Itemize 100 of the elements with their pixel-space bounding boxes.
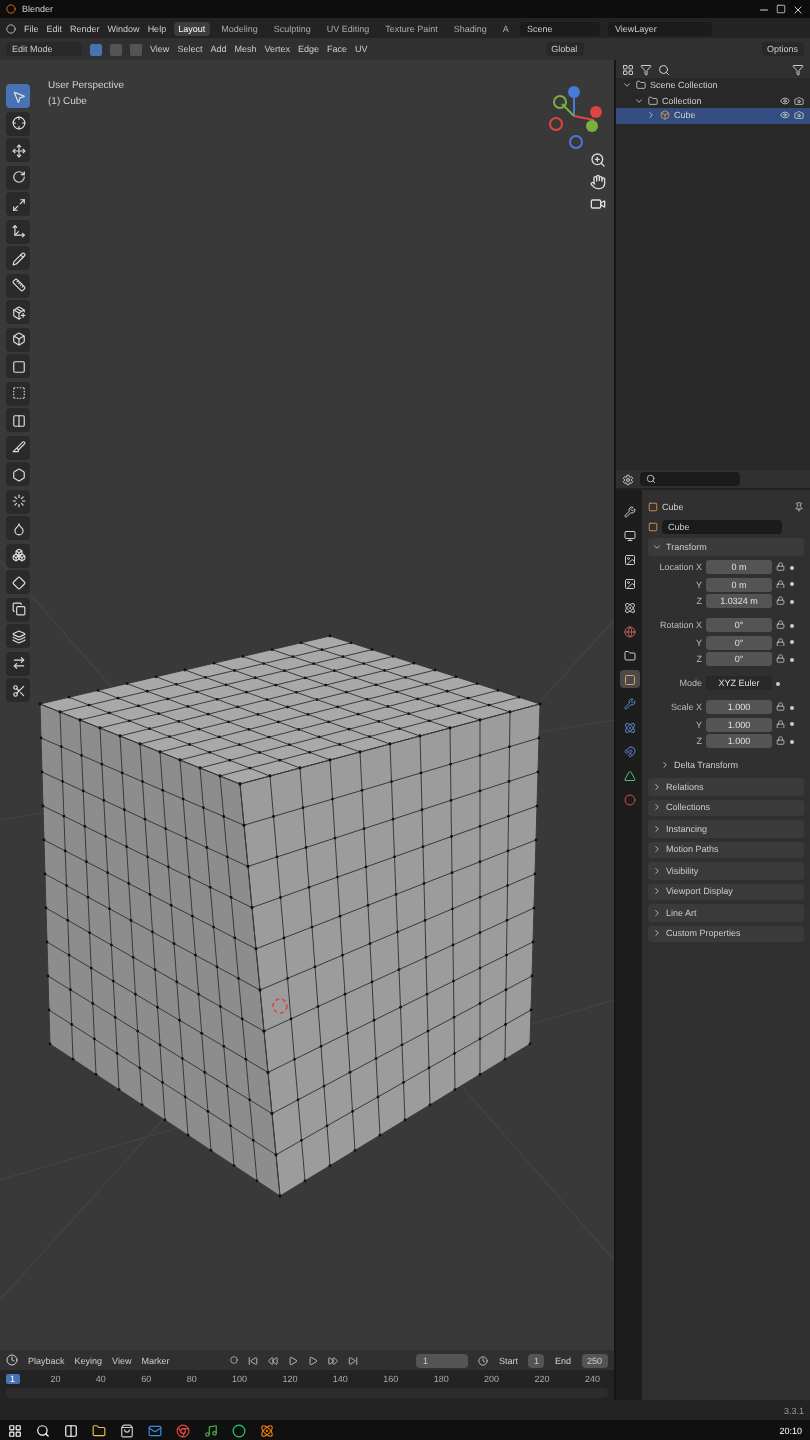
zoom-icon[interactable] <box>590 152 606 168</box>
search-icon[interactable] <box>658 63 670 75</box>
record-icon[interactable] <box>229 1356 238 1364</box>
tool-button[interactable] <box>6 435 30 459</box>
rotate-icon <box>11 170 25 184</box>
object-tab[interactable] <box>619 670 639 688</box>
task-view-icon[interactable] <box>64 1423 78 1437</box>
modifier-tab[interactable] <box>619 694 639 712</box>
fast-forward-icon[interactable] <box>327 1355 338 1365</box>
browser-icon[interactable] <box>176 1423 190 1437</box>
app-logo-icon <box>6 4 16 14</box>
camera-icon[interactable] <box>590 196 606 212</box>
world-tab[interactable] <box>619 622 639 640</box>
tool-button[interactable] <box>6 597 30 621</box>
cut-icon <box>11 683 25 697</box>
properties-editor-icon[interactable] <box>622 473 634 485</box>
tool-button[interactable] <box>6 570 30 594</box>
play-icon[interactable] <box>307 1355 318 1365</box>
store-icon[interactable] <box>120 1423 134 1437</box>
play-reverse-icon[interactable] <box>287 1355 298 1365</box>
music-icon[interactable] <box>204 1423 218 1437</box>
tool-button[interactable] <box>6 624 30 648</box>
tool-button[interactable] <box>6 408 30 432</box>
tool-button[interactable] <box>6 84 30 108</box>
lock-icon[interactable] <box>776 654 785 664</box>
folder-icon[interactable] <box>92 1423 106 1437</box>
render-icon <box>623 529 635 541</box>
outliner-editor-icon[interactable] <box>622 63 634 75</box>
collection-icon <box>623 649 635 661</box>
clock-icon[interactable] <box>478 1355 489 1365</box>
lock-icon[interactable] <box>776 637 785 647</box>
tool-button[interactable] <box>6 219 30 243</box>
tool-button[interactable] <box>6 354 30 378</box>
jump-start-icon[interactable] <box>247 1355 258 1365</box>
scene-tab[interactable] <box>619 598 639 616</box>
tool-button[interactable] <box>6 327 30 351</box>
view-layer-tab[interactable] <box>619 574 639 592</box>
search-field[interactable] <box>640 472 740 486</box>
blender-menu-icon[interactable] <box>6 23 16 33</box>
navigation-gizmo-drawing[interactable] <box>549 86 602 149</box>
tool-tab[interactable] <box>619 502 639 520</box>
lock-icon[interactable] <box>776 719 785 729</box>
tool-button[interactable] <box>6 300 30 324</box>
tool-button[interactable] <box>6 489 30 513</box>
tool-button[interactable] <box>6 516 30 540</box>
lock-icon[interactable] <box>776 736 785 746</box>
transform-icon <box>11 224 25 238</box>
lock-icon[interactable] <box>776 579 785 589</box>
tool-button[interactable] <box>6 543 30 567</box>
modifier-icon <box>623 697 635 709</box>
world-icon <box>623 625 635 637</box>
hand-icon[interactable] <box>590 174 606 190</box>
jump-end-icon[interactable] <box>347 1355 358 1365</box>
cursor-icon <box>11 89 25 103</box>
physics-icon <box>623 745 635 757</box>
move-icon <box>11 143 25 157</box>
rewind-icon[interactable] <box>267 1355 278 1365</box>
collection-tab[interactable] <box>619 646 639 664</box>
tool-button[interactable] <box>6 273 30 297</box>
lock-icon[interactable] <box>776 596 785 606</box>
add-cube-icon <box>11 305 25 319</box>
lock-icon[interactable] <box>776 702 785 712</box>
mail-icon[interactable] <box>148 1423 162 1437</box>
visibility-eye-icon[interactable] <box>780 95 790 106</box>
particles-tab[interactable] <box>619 718 639 736</box>
start-icon[interactable] <box>8 1423 22 1437</box>
output-tab[interactable] <box>619 550 639 568</box>
tool-icon <box>623 505 635 517</box>
slide-icon <box>11 656 25 670</box>
filter-icon[interactable] <box>792 63 804 75</box>
minimize-icon[interactable] <box>758 3 770 15</box>
data-tab[interactable] <box>619 766 639 784</box>
tool-button[interactable] <box>6 165 30 189</box>
circle-app-icon[interactable] <box>232 1423 246 1437</box>
mesh-object-icon <box>660 110 670 121</box>
tool-button[interactable] <box>6 111 30 135</box>
maximize-icon[interactable] <box>776 4 786 14</box>
lock-icon[interactable] <box>776 620 785 630</box>
cube-mesh-drawing[interactable] <box>38 634 542 1198</box>
tool-button[interactable] <box>6 651 30 675</box>
tool-button[interactable] <box>6 381 30 405</box>
ruler-icon <box>11 278 25 292</box>
physics-tab[interactable] <box>619 742 639 760</box>
tool-button[interactable] <box>6 192 30 216</box>
close-icon[interactable] <box>792 3 804 15</box>
tool-button[interactable] <box>6 138 30 162</box>
visibility-eye-icon[interactable] <box>780 110 790 121</box>
search-icon <box>646 474 656 484</box>
select-mode-button[interactable] <box>90 43 102 55</box>
pencil-icon <box>11 251 25 265</box>
knife-icon <box>11 440 25 454</box>
timeline-editor-icon[interactable] <box>6 1354 18 1366</box>
tool-button[interactable] <box>6 246 30 270</box>
render-tab[interactable] <box>619 526 639 544</box>
render-camera-icon[interactable] <box>794 95 804 106</box>
tool-button[interactable] <box>6 462 30 486</box>
tool-button[interactable] <box>6 678 30 702</box>
lock-icon[interactable] <box>776 562 785 572</box>
render-camera-icon[interactable] <box>794 110 804 121</box>
pin-icon[interactable] <box>794 501 804 511</box>
